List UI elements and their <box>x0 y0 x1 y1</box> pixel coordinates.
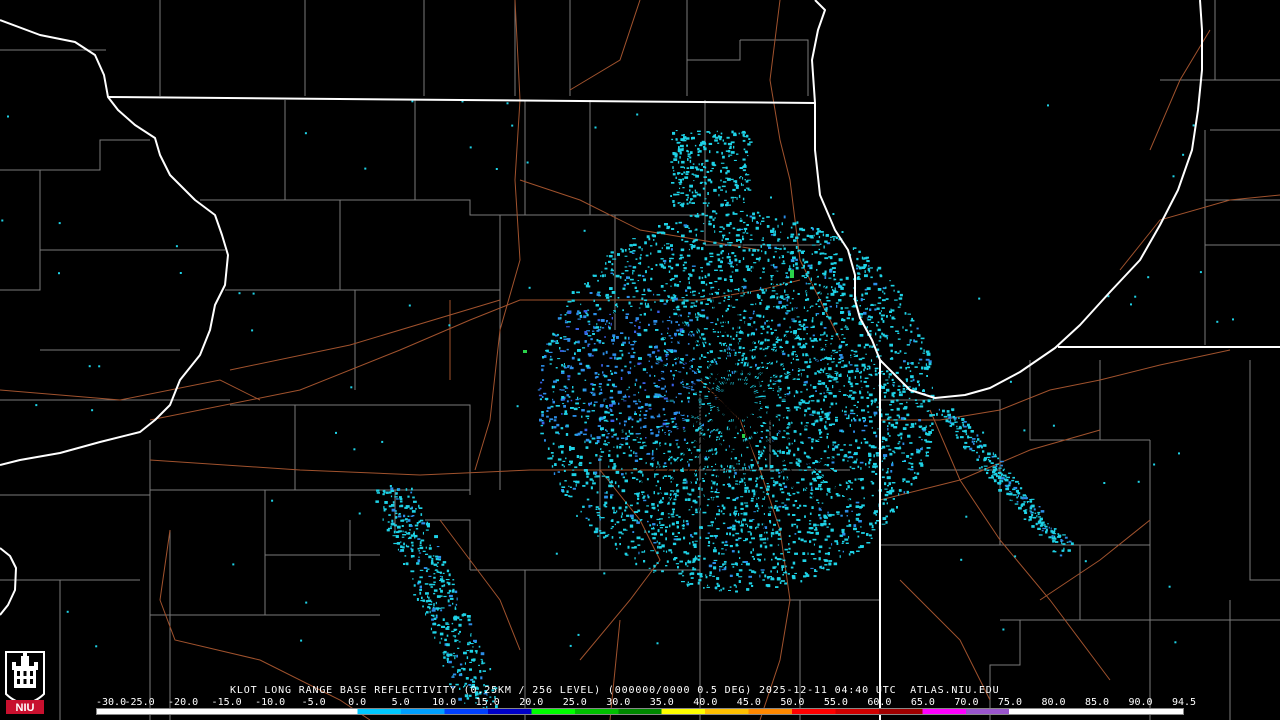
colorbar-labels: -30.0 -25.0 -20.0 -15.0 -10.0 -5.0 0.0 5.0 10.0 1… <box>96 697 1216 708</box>
colorbar-label: -25.0 <box>124 697 155 708</box>
colorbar-label: 50.0 <box>780 697 805 708</box>
colorbar-label: -5.0 <box>301 697 326 708</box>
colorbar-label: -10.0 <box>255 697 286 708</box>
colorbar-label: 15.0 <box>475 697 500 708</box>
colorbar-label: 60.0 <box>867 697 892 708</box>
colorbar-label: -20.0 <box>168 697 199 708</box>
logo-text: NIU <box>16 702 35 714</box>
colorbar-label: 30.0 <box>606 697 631 708</box>
colorbar-label: 70.0 <box>954 697 979 708</box>
colorbar-label: 80.0 <box>1041 697 1066 708</box>
colorbar-label: 25.0 <box>562 697 587 708</box>
colorbar-label: 10.0 <box>432 697 457 708</box>
colorbar-label: 75.0 <box>997 697 1022 708</box>
colorbar-label: 65.0 <box>910 697 935 708</box>
product-title: KLOT LONG RANGE BASE REFLECTIVITY (0.25K… <box>230 685 1000 696</box>
colorbar-label: 5.0 <box>391 697 410 708</box>
colorbar-label: 55.0 <box>823 697 848 708</box>
colorbar-label: 45.0 <box>736 697 761 708</box>
colorbar-label: -15.0 <box>211 697 242 708</box>
colorbar-label: 20.0 <box>519 697 544 708</box>
colorbar-label: 90.0 <box>1128 697 1153 708</box>
radar-map <box>0 0 1280 720</box>
reflectivity-colorbar <box>96 708 1184 715</box>
niu-logo: NIU <box>5 651 45 714</box>
colorbar-label: 85.0 <box>1084 697 1110 708</box>
colorbar-label: -30.0 <box>96 697 127 708</box>
colorbar-label: 0.0 <box>348 697 367 708</box>
colorbar-label: 40.0 <box>693 697 718 708</box>
colorbar-label: 35.0 <box>649 697 674 708</box>
colorbar-label: 94.5 <box>1172 697 1197 708</box>
